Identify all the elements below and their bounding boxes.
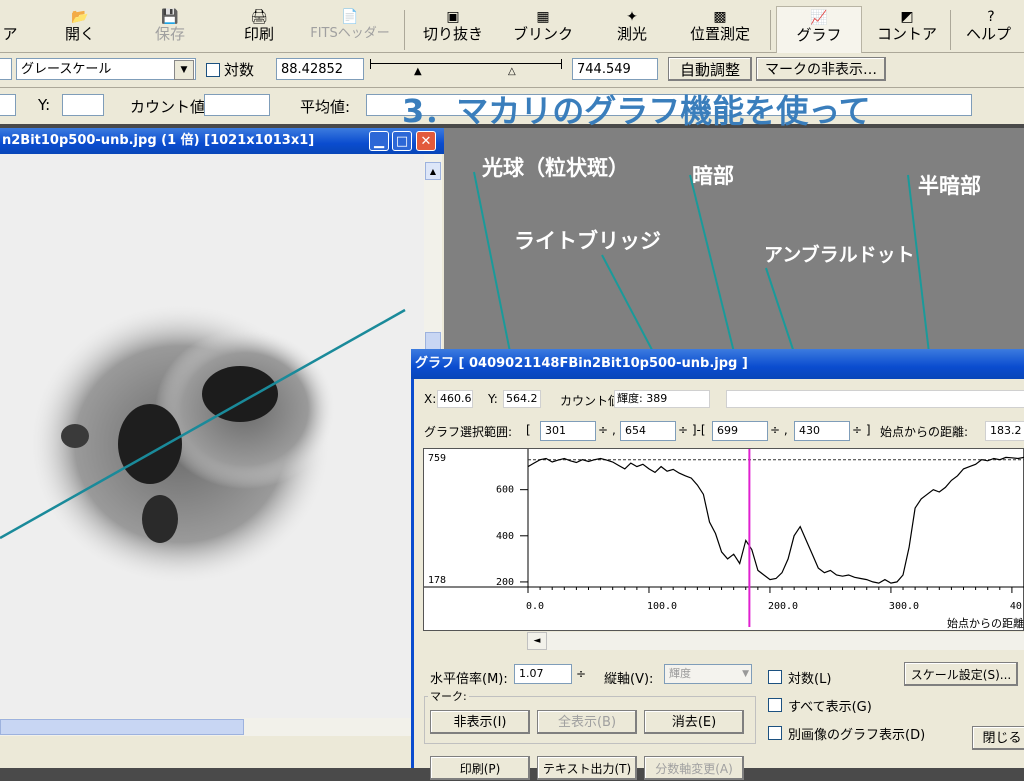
scroll-left-arrow-icon[interactable]: ◄ xyxy=(527,632,547,650)
spin-up-down-icon[interactable]: ÷ ] xyxy=(852,423,871,437)
y-tick-label: 200 xyxy=(496,577,514,588)
scale-settings-button[interactable]: スケール設定(S)... xyxy=(904,662,1018,686)
x-tick-label: 300.0 xyxy=(889,601,919,612)
x-axis-label: 始点からの距離 xyxy=(947,616,1024,630)
profile-graph[interactable]: 200 400 600 759 178 0.0 100.0 200.0 300.0 40 始点からの… xyxy=(423,448,1024,631)
distance-value: 183.2 xyxy=(985,421,1024,441)
show-all-checkbox[interactable] xyxy=(768,698,782,712)
umbral-dot-annotation: アンブラルドット xyxy=(764,244,915,266)
graph-horizontal-scrollbar[interactable] xyxy=(547,632,1024,650)
granule-annotation: 光球（粒状斑） xyxy=(482,156,629,180)
y-max-label: 759 xyxy=(428,453,446,464)
spin-up-down-icon[interactable]: ÷ xyxy=(598,423,608,437)
y-tick-label: 400 xyxy=(496,531,514,542)
graph-x-value: 460.6 xyxy=(437,390,473,408)
spin-up-down-icon[interactable]: ÷ xyxy=(576,667,586,681)
x-tick-label: 100.0 xyxy=(647,601,677,612)
delete-marks-button[interactable]: 消去(E) xyxy=(644,710,744,734)
profile-chart: 200 400 600 759 178 0.0 100.0 200.0 300.0 40 始点からの… xyxy=(424,449,1024,630)
show-all-marks-button[interactable]: 全表示(B) xyxy=(537,710,637,734)
x-tick-label: 0.0 xyxy=(526,601,544,612)
graph-y-value: 564.2 xyxy=(503,390,541,408)
text-output-button[interactable]: テキスト出力(T) xyxy=(537,756,637,780)
hide-marks-graph-button[interactable]: 非表示(I) xyxy=(430,710,530,734)
penumbra-annotation: 半暗部 xyxy=(918,174,981,198)
range-y2-input[interactable]: 430 xyxy=(794,421,850,441)
close-dialog-button[interactable]: 閉じる xyxy=(972,726,1024,750)
h-scale-input[interactable]: 1.07 xyxy=(514,664,572,684)
range-x1-input[interactable]: 301 xyxy=(540,421,596,441)
x-tick-label: 200.0 xyxy=(768,601,798,612)
print-graph-button[interactable]: 印刷(P) xyxy=(430,756,530,780)
range-x2-input[interactable]: 699 xyxy=(712,421,768,441)
other-image-checkbox[interactable] xyxy=(768,726,782,740)
x-tick-label: 40 xyxy=(1010,601,1022,612)
light-bridge-annotation: ライトブリッジ xyxy=(514,229,661,253)
range-y1-input[interactable]: 654 xyxy=(620,421,676,441)
spin-up-down-icon[interactable]: ÷ , xyxy=(770,423,788,437)
chevron-down-icon: ▼ xyxy=(742,669,749,679)
graph-info-field xyxy=(726,390,1024,408)
graph-count-value: 輝度: 389 xyxy=(614,390,710,408)
y-tick-label: 600 xyxy=(496,485,514,496)
umbra-annotation: 暗部 xyxy=(692,164,734,188)
graph-log-checkbox[interactable] xyxy=(768,670,782,684)
graph-dialog-titlebar: グラフ [ 0409021148FBin2Bit10p500-unb.jpg ] xyxy=(411,349,1024,379)
v-axis-select[interactable]: 輝度 ▼ xyxy=(664,664,752,684)
profile-series-line xyxy=(527,456,1024,584)
spin-up-down-icon[interactable]: ÷ ]-[ xyxy=(678,423,706,437)
axis-change-button[interactable]: 分数軸変更(A) xyxy=(644,756,744,780)
y-min-label: 178 xyxy=(428,575,446,586)
